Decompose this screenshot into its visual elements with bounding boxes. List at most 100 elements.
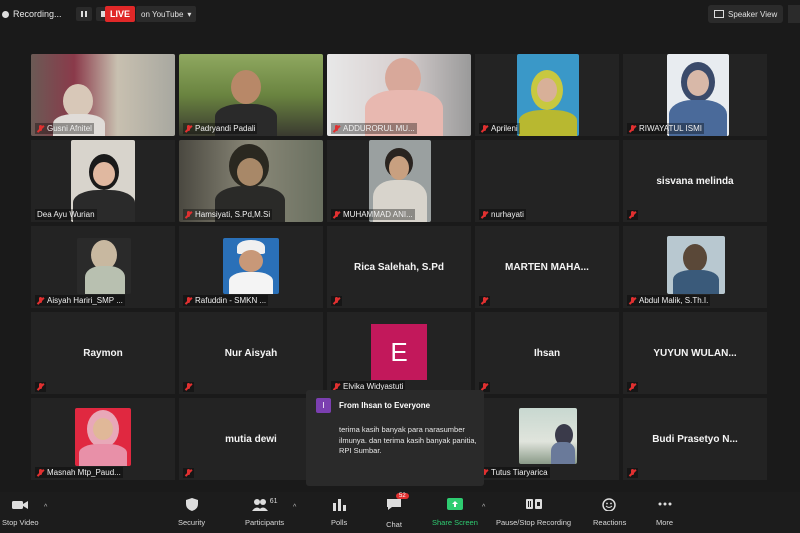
participant-tile[interactable]: Padryandi Padali: [179, 54, 323, 136]
muted-mic-icon: [629, 296, 636, 305]
stream-target-dropdown[interactable]: on YouTube ▾: [136, 6, 197, 22]
polls-label: Polls: [331, 518, 348, 527]
participant-tile[interactable]: Tutus Tiaryarica: [475, 398, 619, 480]
video-options-caret-icon[interactable]: ^: [44, 504, 47, 511]
participant-display-name: Nur Aisyah: [224, 347, 278, 359]
participant-tile[interactable]: Abdul Malik, S.Th.I.: [623, 226, 767, 308]
speaker-view-button[interactable]: Speaker View: [708, 5, 784, 23]
participant-name: RIWAYATUL ISMI: [639, 124, 702, 133]
participant-tile[interactable]: MARTEN MAHA...: [475, 226, 619, 308]
participant-tile[interactable]: Hamsiyati, S.Pd,M.Si: [179, 140, 323, 222]
participant-tile[interactable]: mutia dewi: [179, 398, 323, 480]
participants-label: Participants: [245, 518, 285, 527]
muted-mic-icon: [481, 210, 488, 219]
security-button[interactable]: Security: [178, 498, 205, 527]
share-screen-button[interactable]: Share Screen: [432, 498, 478, 527]
participant-name: nurhayati: [491, 210, 524, 219]
security-label: Security: [178, 518, 206, 527]
participant-name-tag: Tutus Tiaryarica: [479, 467, 550, 478]
participant-tile[interactable]: Ihsan: [475, 312, 619, 394]
participant-name: Gusni Afnitel: [47, 124, 92, 133]
participant-name-tag: [627, 468, 638, 478]
stream-target-label: on YouTube: [141, 9, 184, 19]
participant-name-tag: Padryandi Padali: [183, 123, 258, 134]
pause-icon: [80, 11, 87, 17]
participant-name-tag: Dea Ayu Wurian: [35, 209, 97, 220]
participant-name: Rafuddin - SMKN ...: [195, 296, 267, 305]
participant-name-tag: [479, 296, 490, 306]
participant-tile[interactable]: Dea Ayu Wurian: [31, 140, 175, 222]
participant-face: [93, 162, 115, 186]
muted-mic-icon: [629, 383, 636, 391]
muted-mic-icon: [333, 124, 340, 133]
participant-tile[interactable]: RIWAYATUL ISMI: [623, 54, 767, 136]
participant-tile[interactable]: Nur Aisyah: [179, 312, 323, 394]
participant-tile[interactable]: Aprileni: [475, 54, 619, 136]
more-label: More: [656, 518, 674, 527]
pause-stop-recording-button[interactable]: Pause/Stop Recording: [496, 498, 571, 527]
share-screen-icon: [446, 498, 463, 510]
stop-video-label: Stop Video: [2, 518, 39, 527]
participant-display-name: mutia dewi: [225, 433, 277, 445]
participant-display-name: Raymon: [83, 347, 123, 359]
participant-name-tag: Abdul Malik, S.Th.I.: [627, 295, 711, 306]
participant-name-tag: [627, 210, 638, 220]
participant-tile[interactable]: Gusni Afnitel: [31, 54, 175, 136]
participant-name-tag: nurhayati: [479, 209, 526, 220]
fullscreen-button[interactable]: [788, 5, 800, 23]
muted-mic-icon: [629, 469, 636, 477]
more-button[interactable]: More: [656, 498, 673, 527]
participant-tile[interactable]: E Elvika Widyastuti: [327, 312, 471, 394]
participant-name: Hamsiyati, S.Pd,M.Si: [195, 210, 271, 219]
participant-tile[interactable]: Masnah Mtp_Paud...: [31, 398, 175, 480]
reactions-label: Reactions: [593, 518, 627, 527]
video-camera-icon: [12, 501, 29, 509]
chat-label: Chat: [386, 520, 402, 529]
participant-tile[interactable]: Rafuddin - SMKN ...: [179, 226, 323, 308]
record-controls-icon: [525, 499, 542, 509]
participant-tile[interactable]: MUHAMMAD ANI...: [327, 140, 471, 222]
participant-avatar: E: [371, 324, 427, 380]
participant-display-name: YUYUN WULAN...: [653, 347, 737, 359]
share-screen-label: Share Screen: [432, 518, 478, 527]
muted-mic-icon: [185, 124, 192, 133]
participant-name-tag: [35, 382, 46, 392]
participant-head: [683, 244, 707, 272]
chat-button[interactable]: 52 Chat: [386, 493, 409, 529]
participants-button[interactable]: 61 Participants: [245, 498, 284, 527]
participant-display-name: Budi Prasetyo N...: [652, 433, 738, 445]
pause-recording-button[interactable]: [75, 7, 92, 21]
recording-indicator: Recording...: [2, 5, 112, 23]
participants-options-caret-icon[interactable]: ^: [293, 504, 296, 511]
participant-name: Abdul Malik, S.Th.I.: [639, 296, 709, 305]
participant-display-name: Rica Salehah, S.Pd: [353, 261, 445, 273]
meeting-toolbar: Stop Video ^ Security 61 Participants ^ …: [0, 492, 800, 533]
participant-tile[interactable]: nurhayati: [475, 140, 619, 222]
muted-mic-icon: [185, 296, 192, 305]
recording-label: Recording...: [13, 9, 62, 19]
participant-name: Tutus Tiaryarica: [491, 468, 548, 477]
participant-display-name: Ihsan: [533, 347, 561, 359]
participant-face: [687, 70, 709, 96]
participant-tile[interactable]: Raymon: [31, 312, 175, 394]
participant-tile[interactable]: ADDURORUL MU...: [327, 54, 471, 136]
participant-tile[interactable]: Budi Prasetyo N...: [623, 398, 767, 480]
participant-name: MUHAMMAD ANI...: [343, 210, 413, 219]
participant-name-tag: Gusni Afnitel: [35, 123, 94, 134]
share-options-caret-icon[interactable]: ^: [482, 504, 485, 511]
participant-body: [519, 110, 577, 136]
participant-tile[interactable]: sisvana melinda: [623, 140, 767, 222]
smiley-plus-icon: [601, 498, 616, 511]
participant-tile[interactable]: YUYUN WULAN...: [623, 312, 767, 394]
polls-button[interactable]: Polls: [331, 498, 347, 527]
chat-notification-popup[interactable]: I From Ihsan to Everyone terima kasih ba…: [306, 390, 484, 486]
live-badge: LIVE: [105, 6, 136, 22]
participant-tile[interactable]: Rica Salehah, S.Pd: [327, 226, 471, 308]
participant-tile[interactable]: Aisyah Hariri_SMP ...: [31, 226, 175, 308]
chat-unread-badge: 52: [396, 493, 409, 499]
muted-mic-icon: [185, 210, 192, 219]
muted-mic-icon: [185, 383, 192, 391]
reactions-button[interactable]: Reactions: [593, 498, 626, 527]
speaker-view-label: Speaker View: [728, 9, 778, 19]
stop-video-button[interactable]: Stop Video: [2, 498, 39, 527]
